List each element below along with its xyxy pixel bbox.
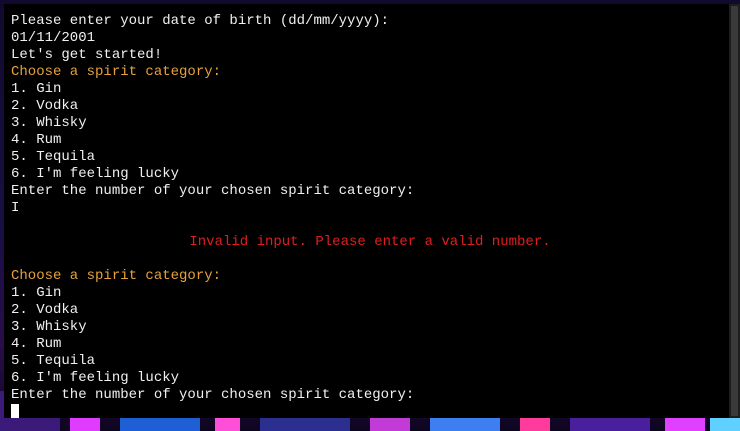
terminal-line: 4. Rum: [11, 336, 62, 352]
text-cursor: [11, 404, 19, 418]
terminal-line: Let's get started!: [11, 47, 163, 63]
terminal-line: Please enter your date of birth (dd/mm/y…: [11, 13, 390, 29]
terminal-line: Enter the number of your chosen spirit c…: [11, 183, 415, 199]
terminal-line: 4. Rum: [11, 132, 62, 148]
terminal-line: 3. Whisky: [11, 115, 87, 131]
terminal-line-heading: Choose a spirit category:: [11, 268, 222, 284]
terminal-line: 6. I'm feeling lucky: [11, 370, 180, 386]
terminal-output: Please enter your date of birth (dd/mm/y…: [4, 4, 729, 418]
terminal-line-error: Invalid input. Please enter a valid numb…: [189, 234, 551, 250]
terminal-window[interactable]: Please enter your date of birth (dd/mm/y…: [4, 4, 729, 418]
terminal-input-line[interactable]: [11, 404, 729, 418]
terminal-line: 5. Tequila: [11, 149, 96, 165]
terminal-line-heading: Choose a spirit category:: [11, 64, 222, 80]
scrollbar-thumb[interactable]: [731, 6, 738, 416]
terminal-line: 2. Vodka: [11, 98, 79, 114]
terminal-line: 5. Tequila: [11, 353, 96, 369]
terminal-line: 1. Gin: [11, 81, 62, 97]
terminal-line: 2. Vodka: [11, 302, 79, 318]
terminal-line: Enter the number of your chosen spirit c…: [11, 387, 415, 403]
terminal-line: 3. Whisky: [11, 319, 87, 335]
terminal-line: 01/11/2001: [11, 30, 96, 46]
terminal-line: 6. I'm feeling lucky: [11, 166, 180, 182]
terminal-scrollbar[interactable]: [729, 4, 740, 418]
terminal-line: 1. Gin: [11, 285, 62, 301]
terminal-line: I: [11, 200, 20, 216]
